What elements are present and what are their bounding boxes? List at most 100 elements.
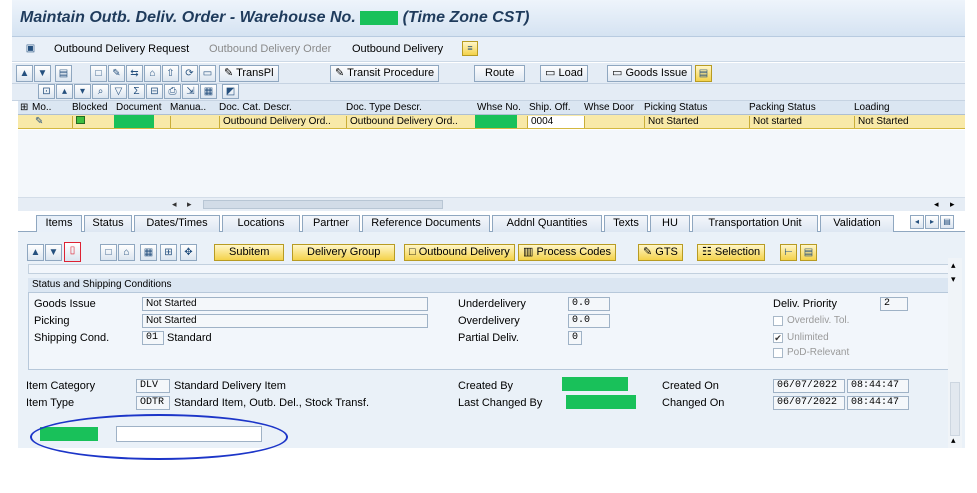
details-icon[interactable]: ⊡ (38, 84, 55, 99)
collapse-up-icon[interactable]: ▲ (16, 65, 33, 82)
col-whse-no[interactable]: Whse No. (477, 102, 527, 113)
graphic-icon[interactable]: ◩ (222, 84, 239, 99)
tab-scroll-left-icon[interactable]: ◂ (910, 215, 924, 229)
tab-validation[interactable]: Validation (820, 215, 894, 232)
tab-status[interactable]: Status (84, 215, 132, 232)
delete-icon[interactable]: ⌂ (144, 65, 161, 82)
tab-addnl-quantities[interactable]: Addnl Quantities (492, 215, 602, 232)
item-type-code[interactable]: ODTR (136, 396, 170, 410)
collapse-down-icon[interactable]: ▼ (34, 65, 51, 82)
save-icon[interactable]: ▭ (199, 65, 216, 82)
underdelivery-field[interactable]: 0.0 (568, 297, 610, 311)
overdeliv-tol-checkbox[interactable] (773, 316, 783, 326)
item-menu-icon[interactable]: ▤ (800, 244, 817, 261)
item-category-code[interactable]: DLV (136, 379, 170, 393)
edit-row-icon[interactable]: ✎ (32, 116, 72, 128)
col-picking-status[interactable]: Picking Status (644, 102, 744, 113)
item-expand-icon[interactable]: ⊞ (160, 244, 177, 261)
item-split-icon[interactable]: ✥ (180, 244, 197, 261)
col-mode[interactable]: Mo.. (32, 102, 66, 113)
changed-on-time[interactable]: 08:44:47 (847, 396, 909, 410)
created-on-time[interactable]: 08:44:47 (847, 379, 909, 393)
selection-button[interactable]: ☷ Selection (697, 244, 766, 261)
gts-button[interactable]: ✎ GTS (638, 244, 683, 261)
tab-items[interactable]: Items (36, 215, 82, 232)
tab-dates-times[interactable]: Dates/Times (134, 215, 220, 232)
tab-transportation-unit[interactable]: Transportation Unit (692, 215, 818, 232)
item-delete-icon[interactable]: ⌂ (118, 244, 135, 261)
menu-icon[interactable]: ▤ (695, 65, 712, 82)
find-icon[interactable]: ⌕ (92, 84, 109, 99)
overdelivery-field[interactable]: 0.0 (568, 314, 610, 328)
outbound-delivery-button[interactable]: □ Outbound Delivery (404, 244, 515, 261)
table-row[interactable]: ✎ Outbound Delivery Ord.. Outbound Deliv… (18, 115, 965, 129)
filter-icon[interactable]: ▽ (110, 84, 127, 99)
command-icon[interactable]: ▣ (22, 41, 39, 58)
transpl-button[interactable]: ✎ TransPl (219, 65, 279, 82)
select-all-icon[interactable]: ⊞ (20, 102, 28, 113)
created-on-date[interactable]: 06/07/2022 (773, 379, 845, 393)
tab-scroll-right-icon[interactable]: ▸ (925, 215, 939, 229)
edit-icon[interactable]: ✎ (108, 65, 125, 82)
tab-hu[interactable]: HU (650, 215, 690, 232)
goods-issue-button[interactable]: ▭ Goods Issue (607, 65, 693, 82)
tab-reference-documents[interactable]: Reference Documents (362, 215, 490, 232)
scroll-up-end-icon[interactable]: ▴ (951, 435, 956, 446)
transit-procedure-button[interactable]: ✎ Transit Procedure (330, 65, 440, 82)
tab-texts[interactable]: Texts (604, 215, 648, 232)
item-down-icon[interactable]: ▼ (45, 244, 62, 261)
scroll-right-icon[interactable]: ▸ (187, 199, 192, 210)
goods-issue-field[interactable]: Not Started (142, 297, 428, 311)
scroll-up-icon[interactable]: ▴ (951, 260, 956, 271)
unlimited-checkbox[interactable]: ✔ (773, 333, 783, 343)
transport-icon[interactable]: ⇧ (162, 65, 179, 82)
print-icon[interactable]: ⎙ (164, 84, 181, 99)
item-up-icon[interactable]: ▲ (27, 244, 44, 261)
hierarchy-icon[interactable]: ⊢ (780, 244, 797, 261)
subtotal-icon[interactable]: ⊟ (146, 84, 163, 99)
delivery-group-button[interactable]: Delivery Group (292, 244, 396, 261)
scroll-left-end-icon[interactable]: ◂ (934, 199, 939, 210)
tab-list-icon[interactable]: ▤ (940, 215, 954, 229)
item-new-icon[interactable]: □ (100, 244, 117, 261)
scroll-right-end-icon[interactable]: ▸ (950, 199, 955, 210)
scroll-thumb[interactable] (203, 200, 443, 209)
more-icon[interactable]: ≡ (462, 41, 478, 56)
process-codes-button[interactable]: ▥ Process Codes (518, 244, 617, 261)
partial-deliv-field[interactable]: 0 (568, 331, 582, 345)
col-packing-status[interactable]: Packing Status (749, 102, 849, 113)
scroll-left-icon[interactable]: ◂ (172, 199, 177, 210)
layout-icon[interactable]: ▤ (55, 65, 72, 82)
vertical-scrollbar[interactable]: ▴ ▾ ▴ (948, 258, 962, 448)
sum-icon[interactable]: Σ (128, 84, 145, 99)
refresh-icon[interactable]: ⟳ (181, 65, 198, 82)
vscroll-thumb[interactable] (950, 382, 960, 436)
menu-outbound-delivery-order[interactable]: Outbound Delivery Order (209, 43, 331, 55)
col-whse-door[interactable]: Whse Door (584, 102, 644, 113)
load-button[interactable]: ▭ Load (540, 65, 588, 82)
detail-icon[interactable]: ▯ (64, 242, 81, 262)
item-table-icon[interactable]: ▦ (140, 244, 157, 261)
col-loading[interactable]: Loading (854, 102, 934, 113)
picking-field[interactable]: Not Started (142, 314, 428, 328)
col-manual[interactable]: Manua.. (170, 102, 214, 113)
deliv-priority-field[interactable]: 2 (880, 297, 908, 311)
new-icon[interactable]: □ (90, 65, 107, 82)
col-document[interactable]: Document (116, 102, 164, 113)
col-blocked[interactable]: Blocked (72, 102, 110, 113)
sort-asc-icon[interactable]: ▴ (56, 84, 73, 99)
menu-outbound-delivery-request[interactable]: Outbound Delivery Request (54, 43, 189, 55)
scroll-down-icon[interactable]: ▾ (951, 274, 956, 285)
tab-partner[interactable]: Partner (302, 215, 360, 232)
menu-outbound-delivery[interactable]: Outbound Delivery (352, 43, 443, 55)
pod-relevant-checkbox[interactable] (773, 348, 783, 358)
export-icon[interactable]: ⇲ (182, 84, 199, 99)
tab-locations[interactable]: Locations (222, 215, 300, 232)
route-button[interactable]: Route (474, 65, 526, 82)
layout-grid-icon[interactable]: ▦ (200, 84, 217, 99)
col-doc-type[interactable]: Doc. Type Descr. (346, 102, 470, 113)
shipping-cond-code[interactable]: 01 (142, 331, 164, 345)
horizontal-scrollbar[interactable]: ◂ ▸ ◂ ▸ (18, 198, 965, 211)
changed-on-date[interactable]: 06/07/2022 (773, 396, 845, 410)
sort-desc-icon[interactable]: ▾ (74, 84, 91, 99)
